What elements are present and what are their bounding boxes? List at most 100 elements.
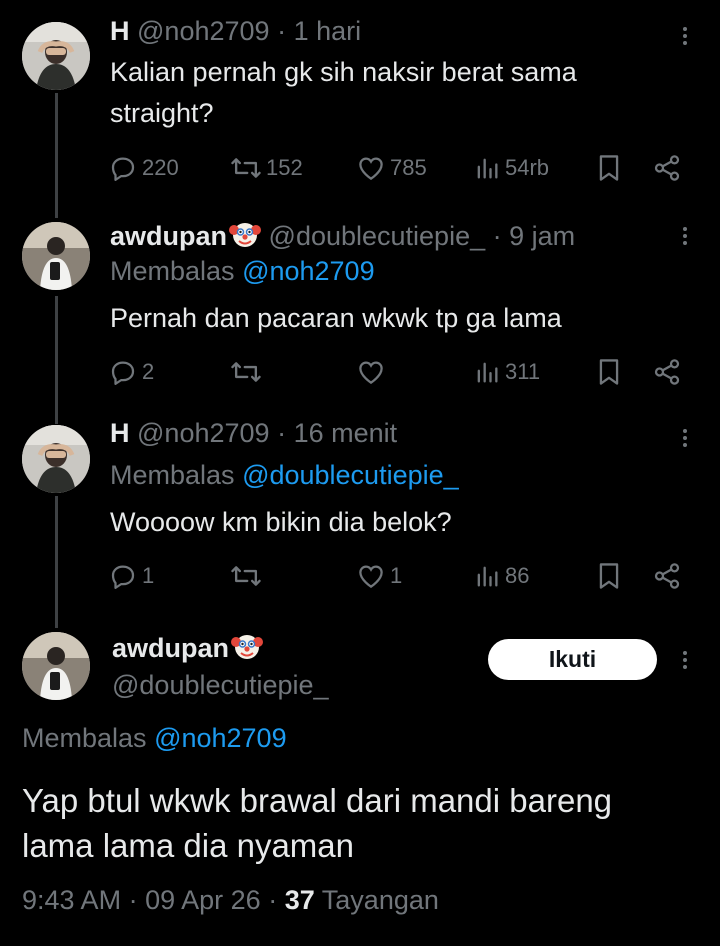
- heart-icon: [359, 157, 383, 180]
- reply-count: 220: [142, 155, 179, 180]
- replying-to-label: Membalas: [110, 460, 235, 490]
- like-count: 785: [390, 155, 427, 180]
- timestamp[interactable]: 1 hari: [294, 16, 362, 46]
- clown-face-icon: [231, 630, 264, 662]
- author-handle[interactable]: @noh2709: [137, 418, 270, 448]
- retweet-count: 152: [266, 155, 303, 180]
- retweet-icon: [231, 158, 261, 178]
- tweet-header: H @noh2709 · 16 menit: [110, 418, 397, 449]
- author-name[interactable]: awdupan: [112, 633, 229, 663]
- avatar[interactable]: [22, 632, 90, 700]
- retweet-icon: [231, 362, 261, 382]
- views-button[interactable]: 86: [473, 559, 529, 593]
- bookmark-icon: [599, 155, 619, 181]
- separator: ·: [128, 885, 138, 915]
- heart-icon: [359, 565, 383, 588]
- tweet-text: Yap btul wkwk brawal dari mandi bareng l…: [22, 778, 702, 868]
- avatar[interactable]: [22, 22, 90, 90]
- view-count: 86: [505, 563, 530, 588]
- action-bar: 2 311: [108, 355, 688, 389]
- replying-to-label: Membalas: [22, 723, 147, 753]
- separator: ·: [492, 221, 502, 251]
- more-options-icon[interactable]: [676, 648, 694, 678]
- analytics-icon: [477, 566, 498, 587]
- views-label: Tayangan: [321, 885, 439, 915]
- replying-to: Membalas @noh2709: [110, 256, 375, 287]
- reply-count: 2: [142, 359, 155, 384]
- retweet-button[interactable]: 152: [230, 151, 303, 185]
- tweet-header: H @noh2709 · 1 hari: [110, 16, 361, 47]
- share-button[interactable]: [652, 559, 682, 593]
- views-button[interactable]: 54rb: [473, 151, 549, 185]
- author-handle[interactable]: @doublecutiepie_: [112, 670, 329, 701]
- reply-button[interactable]: 220: [108, 151, 179, 185]
- view-count: 54rb: [505, 155, 550, 180]
- author-name[interactable]: H: [110, 418, 130, 448]
- tweet-text: Woooow km bikin dia belok?: [110, 507, 452, 537]
- reply-button[interactable]: 1: [108, 559, 154, 593]
- like-button[interactable]: 1: [356, 559, 402, 593]
- retweet-button[interactable]: [230, 355, 266, 389]
- tweet-text: Pernah dan pacaran wkwk tp ga lama: [110, 303, 562, 333]
- views-button[interactable]: 311: [473, 355, 540, 389]
- follow-button[interactable]: Ikuti: [488, 639, 657, 680]
- replying-to: Membalas @doublecutiepie_: [110, 460, 459, 491]
- more-options-icon[interactable]: [676, 224, 694, 254]
- author-name[interactable]: awdupan: [110, 221, 227, 251]
- thread-line: [55, 496, 58, 628]
- avatar[interactable]: [22, 425, 90, 493]
- author-name[interactable]: H: [110, 16, 130, 46]
- share-icon: [654, 155, 680, 181]
- share-icon: [654, 563, 680, 589]
- heart-icon: [359, 361, 383, 384]
- replying-to: Membalas @noh2709: [22, 723, 287, 754]
- like-button[interactable]: [356, 355, 390, 389]
- more-options-icon[interactable]: [676, 426, 694, 456]
- share-button[interactable]: [652, 151, 682, 185]
- analytics-icon: [477, 158, 498, 179]
- view-count: 311: [505, 359, 541, 384]
- clown-face-icon: [229, 218, 262, 250]
- thread-line: [55, 93, 58, 218]
- retweet-button[interactable]: [230, 559, 266, 593]
- reply-icon: [111, 565, 135, 589]
- retweet-icon: [231, 566, 261, 586]
- like-button[interactable]: 785: [356, 151, 427, 185]
- reply-icon: [111, 157, 135, 181]
- analytics-icon: [477, 362, 498, 383]
- replying-to-label: Membalas: [110, 256, 235, 286]
- timestamp[interactable]: 9 jam: [509, 221, 575, 251]
- bookmark-button[interactable]: [596, 151, 622, 185]
- post-date[interactable]: 09 Apr 26: [145, 885, 261, 915]
- more-options-icon[interactable]: [676, 24, 694, 54]
- like-count: 1: [390, 563, 403, 588]
- mention-link[interactable]: @noh2709: [154, 723, 287, 753]
- bookmark-button[interactable]: [596, 355, 622, 389]
- bookmark-icon: [599, 359, 619, 385]
- tweet-header: awdupan @doublecutiepie_ · 9 jam: [110, 218, 575, 252]
- bookmark-button[interactable]: [596, 559, 622, 593]
- tweet-text-line: lama lama dia nyaman: [22, 827, 354, 864]
- separator: ·: [268, 885, 278, 915]
- tweet-meta: 9:43 AM · 09 Apr 26 · 37 Tayangan: [22, 885, 439, 916]
- reply-icon: [111, 361, 135, 385]
- share-button[interactable]: [652, 355, 682, 389]
- mention-link[interactable]: @noh2709: [242, 256, 375, 286]
- post-time[interactable]: 9:43 AM: [22, 885, 121, 915]
- mention-link[interactable]: @doublecutiepie_: [242, 460, 459, 490]
- views-count: 37: [284, 885, 315, 915]
- thread-line: [55, 296, 58, 424]
- bookmark-icon: [599, 563, 619, 589]
- author-handle[interactable]: @noh2709: [137, 16, 270, 46]
- author-handle[interactable]: @doublecutiepie_: [269, 221, 486, 251]
- author-name-row: awdupan: [112, 630, 264, 664]
- action-bar: 220 152 785 54rb: [108, 151, 688, 185]
- timestamp[interactable]: 16 menit: [294, 418, 398, 448]
- reply-button[interactable]: 2: [108, 355, 154, 389]
- separator: ·: [277, 16, 287, 46]
- tweet-text-line: Yap btul wkwk brawal dari mandi bareng: [22, 782, 613, 819]
- reply-count: 1: [142, 563, 155, 588]
- avatar[interactable]: [22, 222, 90, 290]
- action-bar: 1 1 86: [108, 559, 688, 593]
- separator: ·: [277, 418, 287, 448]
